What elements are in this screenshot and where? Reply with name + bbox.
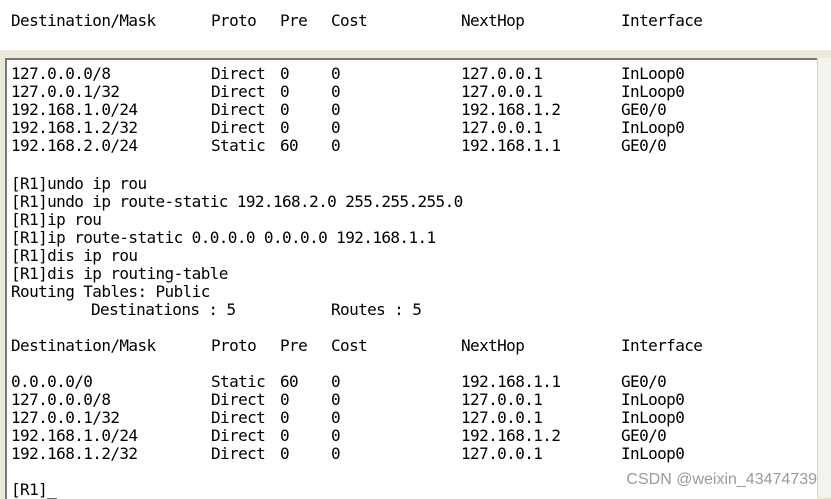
table2-cell-cost: 0 [331, 444, 341, 463]
command-line: [R1]dis ip rou [11, 246, 138, 265]
table2-cell-dest: 127.0.0.1/32 [11, 408, 120, 427]
table2-cell-dest: 192.168.1.2/32 [11, 444, 138, 463]
table2-cell-dest: 127.0.0.0/8 [11, 390, 111, 409]
watermark-text: CSDN @weixin_43474739 [626, 471, 817, 488]
table1-cell-cost: 0 [331, 64, 341, 83]
table2-cell-cost: 0 [331, 408, 341, 427]
table2-cell-iface: GE0/0 [621, 372, 667, 391]
table1-cell-pre: 0 [280, 82, 290, 101]
table1-cell-dest: 192.168.2.0/24 [11, 136, 138, 155]
command-line: [R1]undo ip rou [11, 174, 147, 193]
command-line: Routing Tables: Public [11, 282, 210, 301]
terminal-top-pane: Destination/Mask Proto Pre Cost NextHop … [0, 0, 831, 50]
table2-cell-pre: 0 [280, 426, 290, 445]
t2-header-pre: Pre [280, 336, 308, 355]
t2-header-cost: Cost [331, 336, 368, 355]
table1-cell-cost: 0 [331, 100, 341, 119]
table2-cell-pre: 0 [280, 408, 290, 427]
summary-routes: Routes : 5 [331, 300, 422, 319]
table1-cell-iface: InLoop0 [621, 118, 685, 137]
col-header-interface: Interface [621, 11, 703, 30]
table2-cell-cost: 0 [331, 372, 341, 391]
t2-header-nexthop: NextHop [461, 336, 525, 355]
table1-cell-pre: 60 [280, 136, 299, 155]
table2-cell-pre: 60 [280, 372, 299, 391]
table1-cell-pre: 0 [280, 100, 290, 119]
t2-header-proto: Proto [211, 336, 257, 355]
table1-cell-iface: GE0/0 [621, 136, 667, 155]
table1-cell-nexthop: 127.0.0.1 [461, 82, 543, 101]
table2-cell-pre: 0 [280, 444, 290, 463]
vertical-scrollbar[interactable] [817, 58, 831, 497]
table1-cell-pre: 0 [280, 118, 290, 137]
table2-cell-cost: 0 [331, 426, 341, 445]
table1-cell-nexthop: 192.168.1.1 [461, 136, 561, 155]
table1-cell-dest: 192.168.1.0/24 [11, 100, 138, 119]
table2-cell-nexthop: 192.168.1.2 [461, 426, 561, 445]
table1-cell-iface: GE0/0 [621, 100, 667, 119]
terminal-output-pane[interactable]: 127.0.0.0/8 Direct 0 0 127.0.0.1 InLoop0 127.0… [5, 58, 817, 499]
table2-cell-proto: Direct [211, 444, 266, 463]
table1-cell-iface: InLoop0 [621, 64, 685, 83]
table2-cell-nexthop: 127.0.0.1 [461, 444, 543, 463]
table2-cell-iface: InLoop0 [621, 390, 685, 409]
t2-header-destination: Destination/Mask [11, 336, 156, 355]
table1-cell-proto: Static [211, 136, 266, 155]
table2-cell-pre: 0 [280, 390, 290, 409]
table2-cell-nexthop: 192.168.1.1 [461, 372, 561, 391]
summary-destinations: Destinations : 5 [91, 300, 236, 319]
table1-cell-proto: Direct [211, 82, 266, 101]
table2-cell-iface: GE0/0 [621, 426, 667, 445]
table1-cell-dest: 127.0.0.0/8 [11, 64, 111, 83]
command-line: [R1]dis ip routing-table [11, 264, 228, 283]
table2-cell-proto: Direct [211, 390, 266, 409]
table2-cell-proto: Direct [211, 426, 266, 445]
table1-cell-proto: Direct [211, 64, 266, 83]
table2-cell-proto: Static [211, 372, 266, 391]
command-line: [R1]undo ip route-static 192.168.2.0 255… [11, 192, 463, 211]
col-header-destination: Destination/Mask [11, 11, 156, 30]
table2-cell-nexthop: 127.0.0.1 [461, 390, 543, 409]
table1-cell-cost: 0 [331, 136, 341, 155]
table2-cell-iface: InLoop0 [621, 408, 685, 427]
col-header-nexthop: NextHop [461, 11, 525, 30]
table1-cell-nexthop: 192.168.1.2 [461, 100, 561, 119]
table2-cell-proto: Direct [211, 408, 266, 427]
table1-cell-nexthop: 127.0.0.1 [461, 118, 543, 137]
table1-cell-dest: 192.168.1.2/32 [11, 118, 138, 137]
col-header-cost: Cost [331, 11, 368, 30]
table1-cell-nexthop: 127.0.0.1 [461, 64, 543, 83]
table1-cell-proto: Direct [211, 100, 266, 119]
table1-cell-iface: InLoop0 [621, 82, 685, 101]
table2-cell-dest: 0.0.0.0/0 [11, 372, 93, 391]
command-line: [R1]ip rou [11, 210, 102, 229]
col-header-pre: Pre [280, 11, 308, 30]
table1-cell-cost: 0 [331, 82, 341, 101]
command-line: [R1]ip route-static 0.0.0.0 0.0.0.0 192.… [11, 228, 436, 247]
table1-cell-cost: 0 [331, 118, 341, 137]
table2-cell-nexthop: 127.0.0.1 [461, 408, 543, 427]
table1-cell-dest: 127.0.0.1/32 [11, 82, 120, 101]
command-prompt[interactable]: [R1]_ [11, 481, 57, 499]
table1-cell-pre: 0 [280, 64, 290, 83]
col-header-proto: Proto [211, 11, 257, 30]
table2-cell-dest: 192.168.1.0/24 [11, 426, 138, 445]
table1-cell-proto: Direct [211, 118, 266, 137]
t2-header-interface: Interface [621, 336, 703, 355]
table2-cell-cost: 0 [331, 390, 341, 409]
table2-cell-iface: InLoop0 [621, 444, 685, 463]
